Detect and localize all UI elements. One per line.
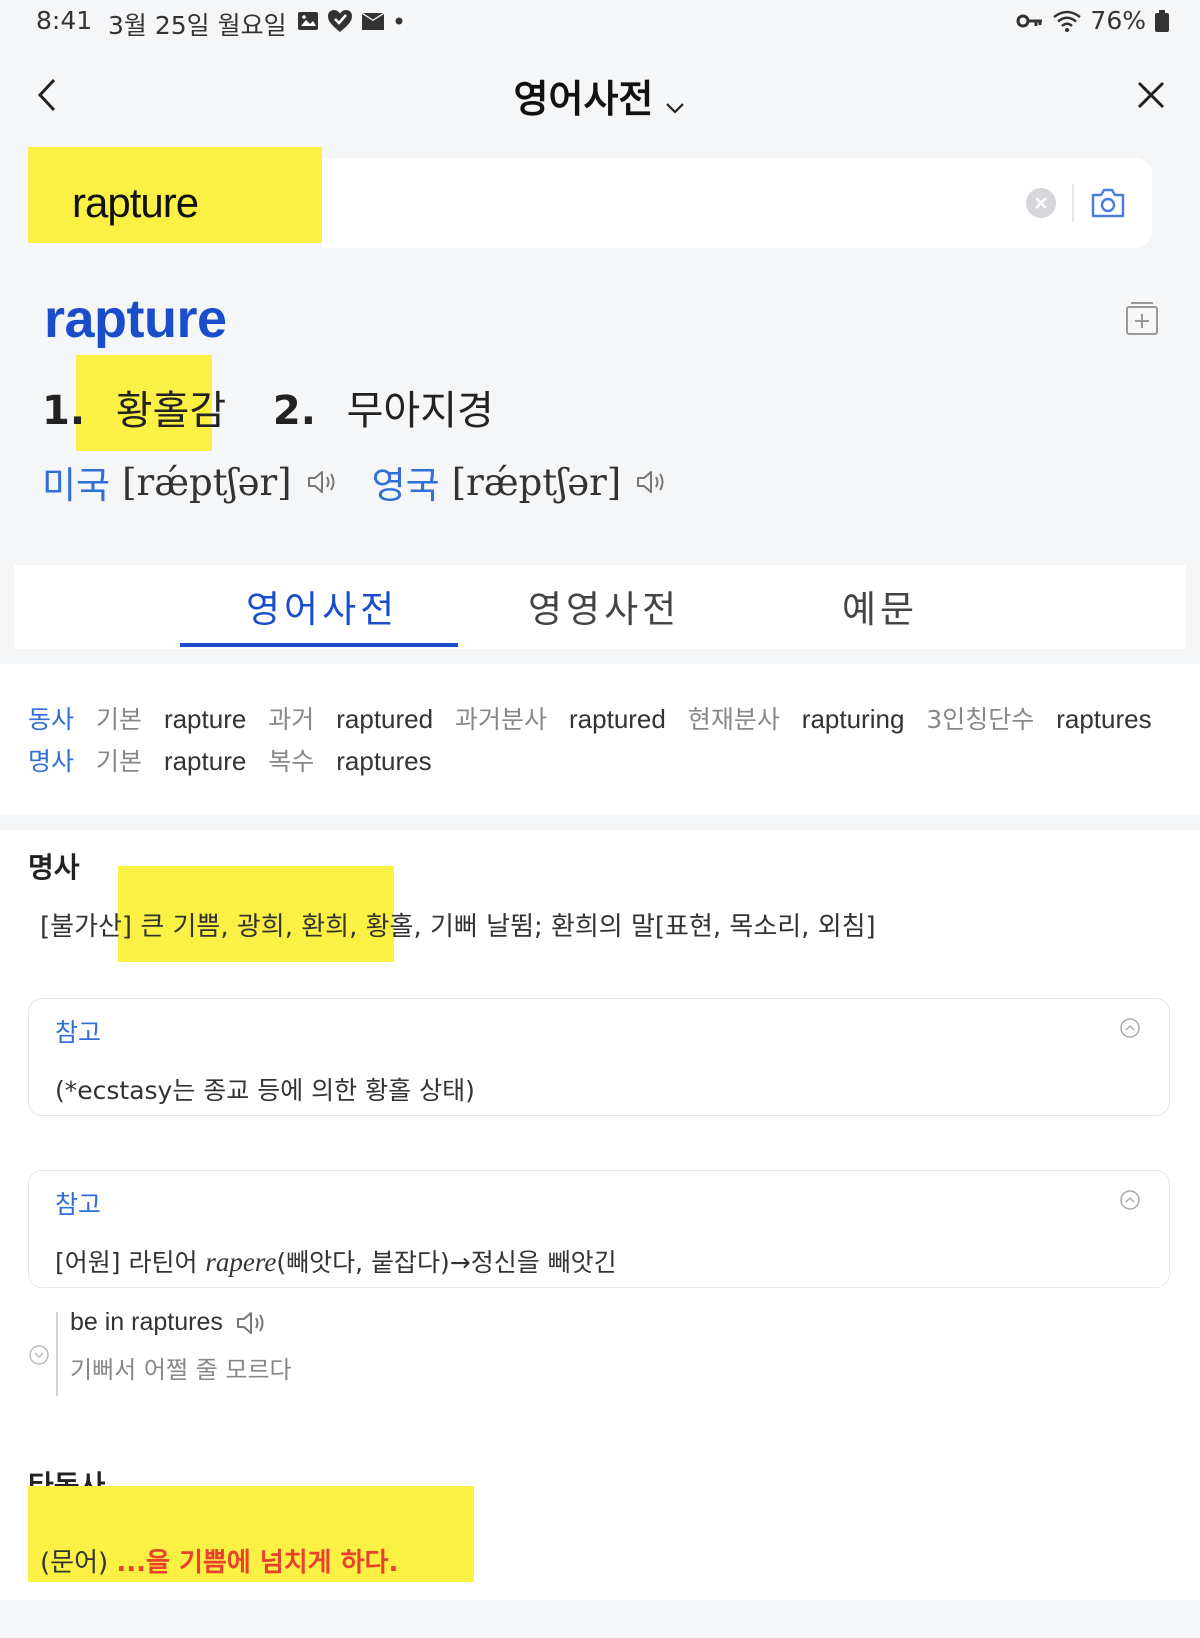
form-pos: 동사 [28, 705, 75, 734]
example-item: be in raptures 기뻐서 어쩔 줄 모르다 [28, 1308, 428, 1408]
verb-forms-row: 동사 기본 rapture 과거 raptured 과거분사 raptured … [28, 700, 1166, 736]
note-text: [어원] 라틴어 rapere(빼앗다, 붙잡다)→정신을 빼앗긴 [55, 1243, 617, 1279]
search-field [46, 158, 1152, 248]
dictionary-tabs: 영어사전 영영사전 예문 [14, 565, 1186, 649]
definition-highlight: 큰 기쁨, 광희, 환희, 황홀, [140, 912, 422, 942]
note-box: 참고 (*ecstasy는 종교 등에 의한 황홀 상태) [28, 998, 1170, 1116]
example-english: be in raptures [70, 1308, 271, 1337]
collapse-icon[interactable] [1119, 1017, 1141, 1039]
note-title: 참고 [55, 1018, 102, 1047]
form-value[interactable]: raptures [336, 746, 431, 776]
top-app-bar: 영어사전 [0, 60, 1200, 130]
collapse-icon[interactable] [1119, 1189, 1141, 1211]
example-english-text: be in raptures [70, 1308, 223, 1336]
tab-english-korean[interactable]: 영어사전 [246, 579, 398, 633]
pron-label-us: 미국 [42, 464, 111, 507]
etymology-suffix: (빼앗다, 붙잡다)→정신을 빼앗긴 [276, 1248, 617, 1277]
form-value[interactable]: rapture [164, 746, 246, 776]
status-time: 8:41 [36, 6, 93, 35]
definition-text: 기뻐 날뜀; 환희의 말[표현, 목소리, 외침] [430, 912, 876, 942]
meaning-summary: 1. 황홀감 2. 무아지경 [42, 378, 494, 436]
form-key: 복수 [268, 747, 315, 776]
close-button[interactable] [1126, 70, 1176, 120]
tab-english-english[interactable]: 영영사전 [528, 579, 680, 633]
pron-label-uk: 영국 [371, 464, 440, 507]
meaning-text: 무아지경 [346, 388, 494, 434]
definition-prefix: (문어) [40, 1548, 109, 1578]
noun-definition: [불가산] 큰 기쁨, 광희, 환희, 황홀, 기뻐 날뜀; 환희의 말[표현,… [40, 906, 876, 943]
heart-shield-icon [328, 10, 352, 32]
etymology-latin-word: rapere [205, 1247, 277, 1277]
close-icon [1137, 81, 1165, 109]
note-box: 참고 [어원] 라틴어 rapere(빼앗다, 붙잡다)→정신을 빼앗긴 [28, 1170, 1170, 1288]
senses-section: 명사 [불가산] 큰 기쁨, 광희, 환희, 황홀, 기뻐 날뜀; 환희의 말[… [0, 830, 1200, 1600]
chevron-down-icon [666, 102, 685, 114]
status-system-icons: 76% [1016, 6, 1170, 35]
definition-text: ...을 기쁨에 넘치게 하다. [116, 1548, 399, 1578]
battery-icon [1155, 9, 1169, 32]
bottom-strip [0, 1600, 1200, 1638]
tab-examples[interactable]: 예문 [842, 579, 918, 633]
note-text: (*ecstasy는 종교 등에 의한 황홀 상태) [55, 1076, 475, 1105]
speaker-icon[interactable] [235, 1309, 271, 1337]
pos-heading-noun: 명사 [28, 851, 80, 884]
example-bar [56, 1312, 58, 1396]
clear-icon [1035, 197, 1047, 209]
pron-ipa-us: [rǽptʃər] [122, 460, 292, 504]
example-korean: 기뻐서 어쩔 줄 모르다 [70, 1356, 292, 1384]
status-bar: 8:41 3월 25일 월요일 76% [0, 0, 1200, 44]
form-value[interactable]: rapturing [802, 704, 905, 734]
pronunciation-row: 미국 [rǽptʃər] 영국 [rǽptʃər] [42, 455, 701, 509]
form-key: 기본 [95, 747, 142, 776]
status-notification-icons [296, 8, 406, 34]
expand-icon[interactable] [28, 1344, 50, 1366]
meaning-text: 황홀감 [115, 388, 227, 434]
note-title: 참고 [55, 1190, 102, 1219]
form-pos: 명사 [28, 747, 75, 776]
dictionary-selector[interactable]: 영어사전 [0, 68, 1200, 123]
dot-icon [395, 17, 403, 25]
key-icon [1016, 14, 1043, 27]
search-clear-button[interactable] [1026, 188, 1056, 218]
headword: rapture [44, 289, 227, 349]
search-input[interactable] [72, 176, 772, 230]
definition-prefix: [불가산] [40, 912, 133, 942]
meaning-number: 2. [272, 388, 316, 434]
form-key: 현재분사 [687, 705, 780, 734]
form-value[interactable]: raptured [336, 704, 433, 734]
form-key: 과거분사 [455, 705, 548, 734]
meaning-number: 1. [42, 388, 86, 434]
noun-forms-row: 명사 기본 rapture 복수 raptures [28, 742, 446, 778]
form-value[interactable]: raptures [1056, 704, 1151, 734]
form-value[interactable]: rapture [164, 704, 246, 734]
form-value[interactable]: raptured [569, 704, 666, 734]
etymology-prefix: [어원] 라틴어 [55, 1248, 206, 1277]
mail-icon [362, 13, 384, 30]
add-to-wordbook-icon[interactable] [1124, 300, 1160, 336]
page-title: 영어사전 [513, 77, 654, 121]
verb-definition: (문어) ...을 기쁨에 넘치게 하다. [40, 1542, 398, 1579]
speaker-icon[interactable] [306, 468, 342, 496]
camera-search-button[interactable] [1088, 184, 1128, 222]
speaker-icon[interactable] [635, 468, 671, 496]
camera-icon [1091, 188, 1125, 218]
status-date: 3월 25일 월요일 [108, 11, 287, 40]
wifi-icon [1053, 10, 1082, 32]
form-key: 과거 [268, 705, 315, 734]
active-tab-indicator [180, 643, 458, 647]
search-divider [1072, 184, 1074, 222]
battery-percent: 76% [1090, 6, 1146, 35]
pron-ipa-uk: [rǽptʃər] [451, 460, 622, 504]
form-key: 기본 [95, 705, 142, 734]
form-key: 3인칭단수 [926, 705, 1035, 734]
word-forms: 동사 기본 rapture 과거 raptured 과거분사 raptured … [0, 664, 1200, 814]
gallery-icon [298, 12, 318, 30]
